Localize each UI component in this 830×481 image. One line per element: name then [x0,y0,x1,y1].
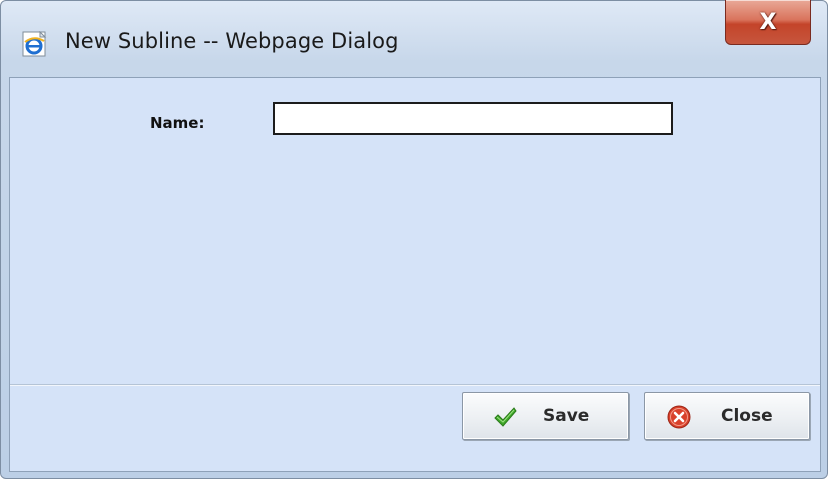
title-bar[interactable]: New Subline -- Webpage Dialog X [1,0,827,79]
save-button[interactable]: Save [462,392,629,440]
window-title: New Subline -- Webpage Dialog [65,29,399,53]
internet-explorer-icon [22,31,47,57]
footer-divider [10,384,820,386]
close-button[interactable]: Close [644,392,810,440]
dialog-content: Name: Save Close [9,77,821,472]
name-label: Name: [150,114,205,132]
save-button-label: Save [543,406,590,426]
close-button-label: Close [721,406,773,426]
checkmark-icon [494,407,517,427]
window-close-button[interactable]: X [725,0,811,45]
error-circle-icon [667,405,691,429]
dialog-window: New Subline -- Webpage Dialog X Name: Sa… [0,0,828,479]
close-icon: X [759,9,777,35]
name-input[interactable] [273,102,673,135]
